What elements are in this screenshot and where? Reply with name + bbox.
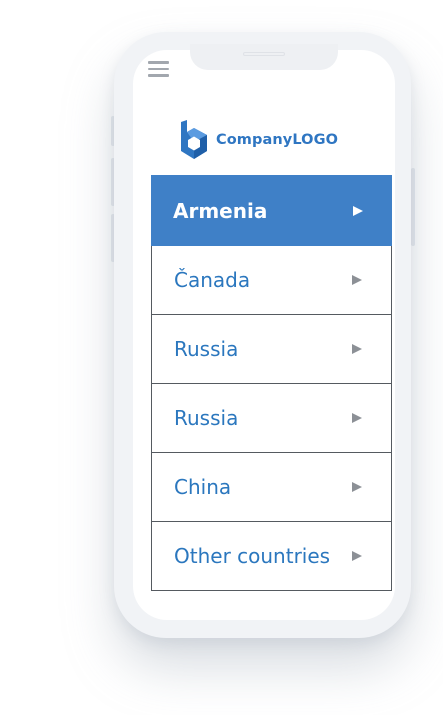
device-power-button [411,168,415,246]
hamburger-line [148,61,169,64]
menu-item-label: Armenia [173,198,268,223]
logo-text: CompanyLOGO [216,132,339,148]
hamburger-line [148,67,169,70]
menu-item-china[interactable]: China [151,453,392,522]
menu-item-label: Russia [174,406,239,430]
menu-item-armenia[interactable]: Armenia [151,175,392,246]
menu-item-label: China [174,475,232,499]
company-logo[interactable]: CompanyLOGO [179,120,338,160]
menu-item-label: Russia [174,337,239,361]
triangle-right-icon [352,344,362,354]
menu-item-russia[interactable]: Russia [151,315,392,384]
hamburger-menu-icon[interactable] [148,60,170,78]
menu-item-canada[interactable]: Čanada [151,246,392,315]
phone-notch [190,44,338,70]
hamburger-line [148,74,169,77]
triangle-right-icon [352,551,362,561]
menu-item-label: Čanada [174,268,251,292]
menu-item-label: Other countries [174,544,331,568]
menu-item-other-countries[interactable]: Other countries [151,522,392,591]
menu-item-russia-2[interactable]: Russia [151,384,392,453]
triangle-right-icon [352,275,362,285]
stage: CompanyLOGO Armenia Čanada Russia Russia… [0,0,443,715]
country-menu: Armenia Čanada Russia Russia China Other… [151,175,392,591]
triangle-right-icon [352,413,362,423]
logo-b-icon [181,120,207,159]
triangle-right-icon [353,205,363,216]
triangle-right-icon [352,482,362,492]
phone-speaker [243,52,285,56]
